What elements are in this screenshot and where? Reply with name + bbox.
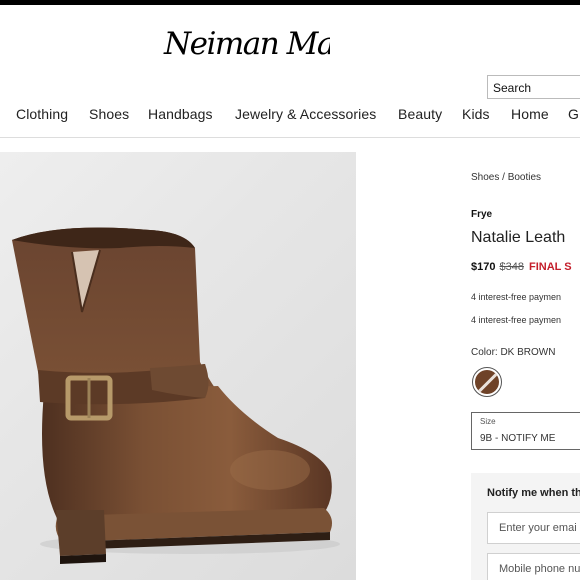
original-price: $348 [499, 261, 524, 273]
price-row: $170 $348 FINAL S [471, 261, 572, 273]
nav-item-clothing[interactable]: Clothing [16, 106, 68, 122]
breadcrumb[interactable]: Shoes / Booties [471, 172, 541, 183]
phone-placeholder: Mobile phone nu [499, 563, 580, 575]
phone-field[interactable]: Mobile phone nu [487, 553, 580, 580]
color-label: Color: DK BROWN [471, 347, 556, 358]
product-title: Natalie Leath [471, 229, 566, 246]
email-placeholder: Enter your emai [499, 522, 577, 534]
final-sale-badge: FINAL S [528, 261, 572, 273]
notify-me-panel: Notify me when th Enter your emai Mobile… [471, 473, 580, 580]
size-select-label: Size [480, 417, 496, 426]
color-swatch-dk-brown[interactable] [472, 367, 502, 397]
sale-price: $170 [471, 261, 496, 273]
product-details-panel: Shoes / Booties Frye Natalie Leath $170 $… [471, 0, 580, 580]
nav-item-jewelry-accessories[interactable]: Jewelry & Accessories [235, 106, 376, 122]
swatch-fill [475, 370, 499, 394]
svg-text:Neiman Marcus: Neiman Marcus [163, 26, 330, 62]
size-select-value: 9B - NOTIFY ME [480, 433, 556, 444]
neiman-marcus-logo[interactable]: Neiman Marcus [160, 18, 398, 70]
payment-option-line[interactable]: 4 interest-free paymen [471, 292, 561, 302]
notify-title: Notify me when th [487, 487, 580, 499]
payment-option-line[interactable]: 4 interest-free paymen [471, 315, 561, 325]
size-select[interactable]: Size 9B - NOTIFY ME [471, 412, 580, 450]
boot-illustration [12, 227, 340, 564]
nav-item-handbags[interactable]: Handbags [148, 106, 213, 122]
product-brand[interactable]: Frye [471, 209, 492, 220]
product-image[interactable] [0, 152, 356, 580]
email-field[interactable]: Enter your emai [487, 512, 580, 544]
nav-item-beauty[interactable]: Beauty [398, 106, 442, 122]
nav-item-shoes[interactable]: Shoes [89, 106, 129, 122]
